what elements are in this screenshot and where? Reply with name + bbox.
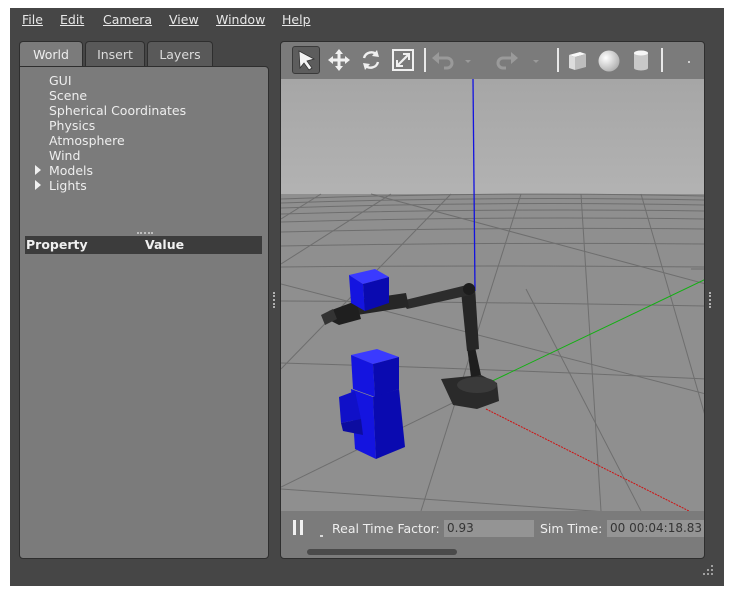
menu-camera[interactable]: Camera [103,12,152,27]
menu-label: Help [282,12,311,27]
scale-icon [392,49,414,71]
real-time-factor-value: 0.93 [444,520,534,537]
property-column-header[interactable]: Property [26,237,88,252]
redo-button[interactable] [493,46,521,74]
horizontal-scrollbar[interactable] [307,549,457,555]
expand-arrow-icon[interactable] [35,165,41,175]
right-splitter-grip[interactable] [709,292,713,308]
toolbar-separator [661,48,663,72]
tree-item-label: Lights [49,178,87,193]
select-mode-button[interactable] [292,46,320,74]
box-shape-icon [569,52,586,70]
menu-window[interactable]: Window [216,12,265,27]
menu-view[interactable]: View [169,12,199,27]
menu-bar: File Edit Camera View Window Help [10,8,724,32]
menu-label: File [22,12,43,27]
rotate-icon [362,50,380,70]
sphere-shape-icon [598,50,620,72]
menu-edit[interactable]: Edit [60,12,84,27]
overflow-dot-icon [688,61,690,63]
undo-icon [432,52,454,70]
tab-insert[interactable]: Insert [85,41,145,66]
tree-item-lights[interactable]: Lights [35,178,87,193]
tree-item-gui[interactable]: GUI [49,73,72,88]
sky-background [281,79,704,199]
menu-label: Window [216,12,266,27]
sim-time-value: 00 00:04:18.83 [607,520,704,537]
arrow-pointer-icon [298,50,316,71]
menu-label: Camera [103,12,153,27]
undo-button[interactable] [429,46,457,74]
gazebo-window: File Edit Camera View Window Help World … [10,8,724,586]
pause-button[interactable] [292,518,304,538]
render-panel: Real Time Factor: 0.93 Sim Time: 00 00:0… [280,41,705,559]
scene-render [281,79,704,511]
blue-box-on-gripper [349,269,389,311]
simulation-status-bar: Real Time Factor: 0.93 Sim Time: 00 00:0… [281,511,704,558]
tree-item-scene[interactable]: Scene [49,88,87,103]
sim-time-label: Sim Time: [540,521,603,536]
scale-mode-button[interactable] [389,46,417,74]
tree-item-spherical-coordinates[interactable]: Spherical Coordinates [49,103,186,118]
ground-plane [281,194,704,511]
tree-item-physics[interactable]: Physics [49,118,95,133]
chevron-down-icon [465,60,471,63]
value-column-header[interactable]: Value [145,237,184,252]
step-indicator [320,535,323,537]
redo-icon [496,52,518,70]
pause-icon [293,520,303,535]
chevron-down-icon [533,60,539,63]
menu-label: Edit [60,12,85,27]
tab-layers[interactable]: Layers [147,41,213,66]
insert-box-button[interactable] [563,46,591,74]
toolbar-separator [424,48,426,72]
undo-history-dropdown[interactable] [461,46,475,74]
menu-file[interactable]: File [22,12,43,27]
tree-item-models[interactable]: Models [35,163,94,178]
property-table-header: Property Value [25,236,262,254]
tab-world[interactable]: World [19,41,83,66]
tree-item-label: Models [49,163,94,178]
rotate-mode-button[interactable] [357,46,385,74]
resize-grip-icon[interactable] [702,564,714,576]
translate-mode-button[interactable] [325,46,353,74]
cylinder-shape-icon [634,50,648,71]
move-arrows-icon [328,49,350,71]
redo-history-dropdown[interactable] [529,46,543,74]
toolbar-separator [557,48,559,72]
left-panel: World Insert Layers GUI Scene Spherical … [19,41,269,559]
insert-cylinder-button[interactable] [627,46,655,74]
more-tools-indicator[interactable] [679,46,699,74]
tree-item-atmosphere[interactable]: Atmosphere [49,133,125,148]
left-splitter-grip[interactable] [273,292,277,308]
menu-label: View [169,12,199,27]
real-time-factor-label: Real Time Factor: [332,521,440,536]
world-tab-content: GUI Scene Spherical Coordinates Physics … [19,66,269,559]
3d-viewport[interactable] [281,79,704,511]
menu-help[interactable]: Help [282,12,311,27]
insert-sphere-button[interactable] [595,46,623,74]
tree-item-wind[interactable]: Wind [49,148,80,163]
expand-arrow-icon[interactable] [35,180,41,190]
render-toolbar [281,42,704,79]
